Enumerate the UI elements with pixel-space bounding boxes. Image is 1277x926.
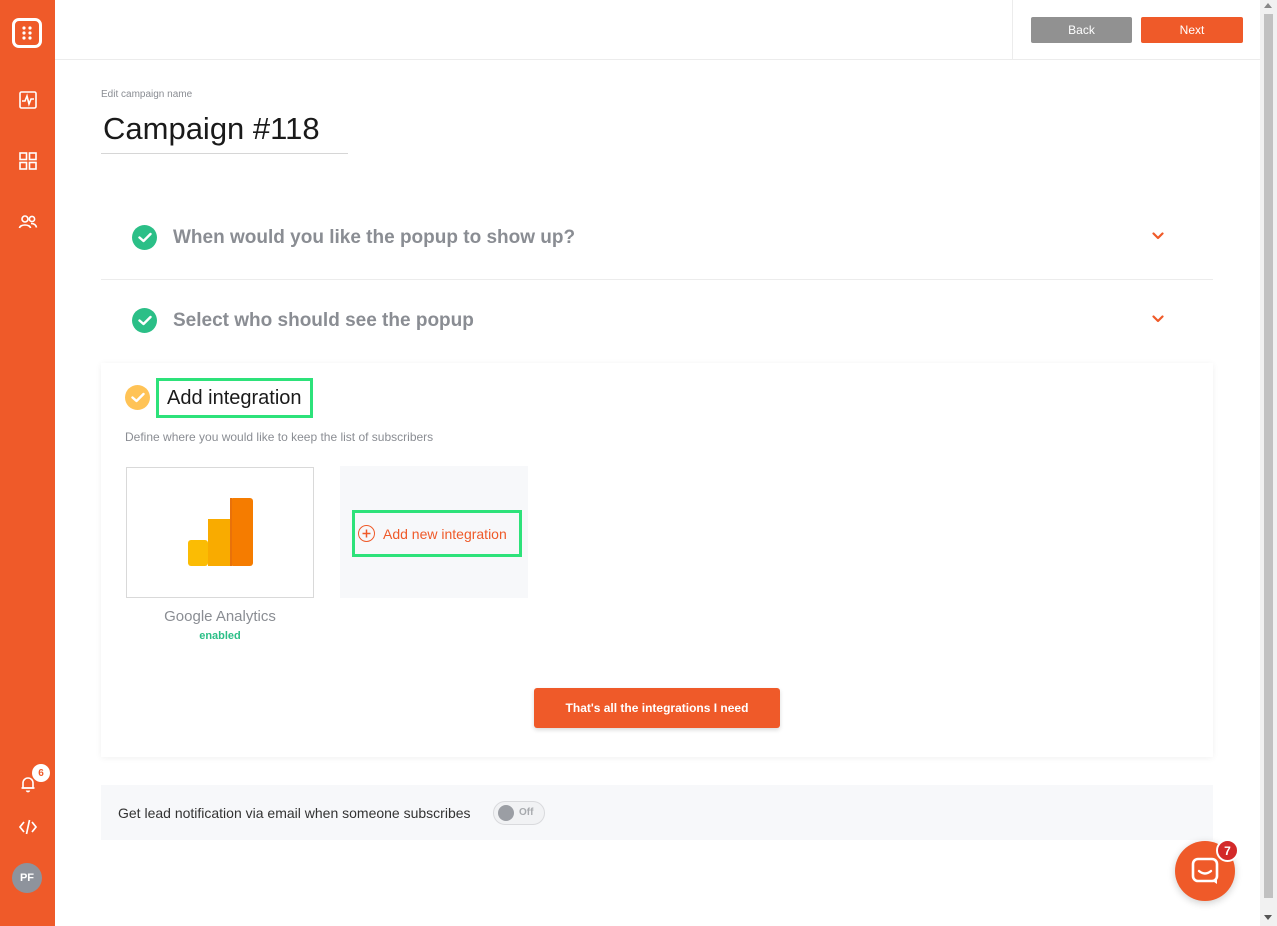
chevron-down-icon[interactable]: [1151, 229, 1165, 243]
check-circle-icon: [132, 225, 157, 250]
vertical-scrollbar[interactable]: [1260, 0, 1277, 926]
check-circle-icon: [125, 385, 150, 410]
integration-title: Add integration: [156, 378, 313, 418]
integration-status: enabled: [199, 630, 241, 642]
plus-circle-icon: [358, 525, 375, 542]
back-button[interactable]: Back: [1031, 17, 1132, 43]
lead-notification-row: Get lead notification via email when som…: [101, 785, 1213, 840]
add-new-integration-button[interactable]: Add new integration: [352, 510, 522, 557]
chevron-down-icon[interactable]: [1151, 312, 1165, 326]
logo-icon[interactable]: [12, 18, 42, 48]
integration-title-text: Add integration: [167, 386, 302, 409]
google-analytics-icon: [188, 498, 253, 566]
add-integration-tile[interactable]: Add new integration: [340, 466, 528, 598]
scroll-down-icon[interactable]: [1264, 915, 1272, 920]
step-title: Select who should see the popup: [173, 310, 474, 331]
lead-notification-label: Get lead notification via email when som…: [118, 805, 471, 821]
toggle-state: Off: [519, 807, 534, 818]
chat-unread-badge: 7: [1216, 839, 1239, 862]
top-bar: Back Next: [55, 0, 1260, 60]
topbar-divider: [1012, 0, 1013, 59]
next-button[interactable]: Next: [1141, 17, 1243, 43]
activity-icon[interactable]: [14, 86, 41, 113]
scroll-up-icon[interactable]: [1264, 3, 1272, 8]
integration-name: Google Analytics: [164, 608, 276, 625]
edit-campaign-label: Edit campaign name: [101, 89, 193, 100]
avatar[interactable]: PF: [12, 863, 42, 893]
users-icon[interactable]: [14, 208, 41, 235]
add-new-integration-label: Add new integration: [383, 525, 507, 542]
done-integrations-button[interactable]: That's all the integrations I need: [534, 688, 780, 728]
google-analytics-tile[interactable]: [126, 467, 314, 598]
campaign-name-input[interactable]: [101, 104, 348, 154]
step-who-sees[interactable]: Select who should see the popup: [101, 280, 1213, 363]
check-circle-icon: [132, 308, 157, 333]
integration-card: Add integration Define where you would l…: [101, 363, 1213, 757]
toggle-knob: [498, 805, 514, 821]
chat-icon: [1191, 857, 1219, 884]
step-title: When would you like the popup to show up…: [173, 227, 576, 248]
scrollbar-thumb[interactable]: [1264, 14, 1273, 898]
notification-badge: 6: [32, 764, 50, 782]
step-when-to-show[interactable]: When would you like the popup to show up…: [101, 197, 1213, 280]
integration-subtitle: Define where you would like to keep the …: [125, 430, 434, 444]
lead-notification-toggle[interactable]: Off: [493, 801, 545, 825]
sidebar: 6 PF: [0, 0, 55, 926]
grid-icon[interactable]: [14, 147, 41, 174]
code-icon[interactable]: [14, 813, 41, 840]
